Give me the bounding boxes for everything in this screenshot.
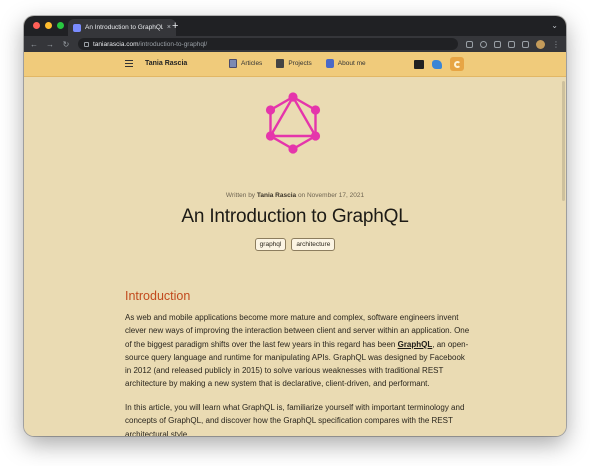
theme-toggle-button[interactable] [450, 57, 464, 71]
browser-window: An Introduction to GraphQL | T × + ⌄ ← →… [24, 16, 566, 436]
tab-search-icon[interactable]: ⌄ [551, 21, 558, 30]
author-name: Tania Rascia [256, 192, 297, 199]
site-navbar: Tania Rascia Articles Projects About me [24, 52, 566, 77]
publish-date: November 17, 2021 [306, 192, 365, 199]
url-text: taniarascia.com/introduction-to-graphql/ [93, 40, 208, 48]
graphql-logo-icon [265, 92, 321, 154]
theme-toggle-icon [453, 60, 461, 68]
page-scrollbar[interactable] [562, 81, 565, 201]
address-bar[interactable]: taniarascia.com/introduction-to-graphql/ [78, 38, 458, 50]
reload-button[interactable]: ↻ [62, 40, 70, 49]
article-meta: Written by Tania Rascia on November 17, … [225, 192, 365, 199]
browser-toolbar: ← → ↻ taniarascia.com/introduction-to-gr… [24, 36, 566, 52]
extensions-icon[interactable] [494, 40, 501, 48]
nav-link-label: About me [337, 60, 366, 67]
profile-avatar-icon[interactable] [536, 39, 545, 49]
section-heading-introduction: Introduction [125, 289, 191, 303]
back-button[interactable]: ← [30, 40, 38, 49]
forward-button[interactable]: → [46, 40, 54, 49]
browser-menu-icon[interactable]: ⋮ [552, 40, 560, 49]
tab-favicon-icon [73, 23, 81, 32]
site-info-icon[interactable] [84, 41, 89, 47]
tab-strip: An Introduction to GraphQL | T × + ⌄ [24, 16, 566, 36]
window-controls [33, 22, 64, 29]
tag-graphql[interactable]: graphql [254, 238, 287, 251]
intro-paragraph-1: As web and mobile applications become mo… [125, 313, 470, 389]
site-brand[interactable]: Tania Rascia [145, 60, 187, 67]
article-tags: graphql architecture [24, 238, 566, 251]
toolbar-icons: ⋮ [466, 39, 560, 49]
bluesky-icon[interactable] [432, 59, 442, 69]
nav-link-about[interactable]: About me [325, 59, 366, 68]
browser-tab-active[interactable]: An Introduction to GraphQL | T × [68, 19, 176, 36]
nav-links: Articles Projects About me [229, 59, 366, 68]
close-window-button[interactable] [33, 22, 40, 29]
projects-icon [276, 59, 285, 68]
tab-title: An Introduction to GraphQL | T [85, 24, 163, 31]
nav-link-label: Articles [241, 60, 263, 67]
nav-link-articles[interactable]: Articles [229, 59, 262, 68]
bookmark-star-icon[interactable] [480, 40, 487, 48]
new-tab-button[interactable]: + [172, 19, 178, 33]
article-page: Written by Tania Rascia on November 17, … [24, 77, 566, 436]
articles-icon [229, 59, 237, 68]
reading-list-icon[interactable] [508, 40, 515, 48]
share-icon[interactable] [466, 40, 473, 48]
side-panel-icon[interactable] [522, 40, 529, 48]
nav-link-label: Projects [288, 60, 312, 67]
tab-close-icon[interactable]: × [167, 24, 171, 31]
minimize-window-button[interactable] [45, 22, 52, 29]
hamburger-menu-icon[interactable] [125, 60, 133, 69]
graphql-link[interactable]: GraphQL [398, 340, 433, 349]
intro-paragraph-2: In this article, you will learn what Gra… [125, 403, 465, 436]
tag-architecture[interactable]: architecture [291, 238, 336, 251]
rss-icon[interactable] [414, 59, 424, 69]
about-me-icon [325, 59, 334, 68]
zoom-window-button[interactable] [57, 22, 64, 29]
article-title: An Introduction to GraphQL [181, 206, 409, 227]
nav-right-icons [414, 57, 464, 71]
nav-link-projects[interactable]: Projects [276, 59, 312, 68]
